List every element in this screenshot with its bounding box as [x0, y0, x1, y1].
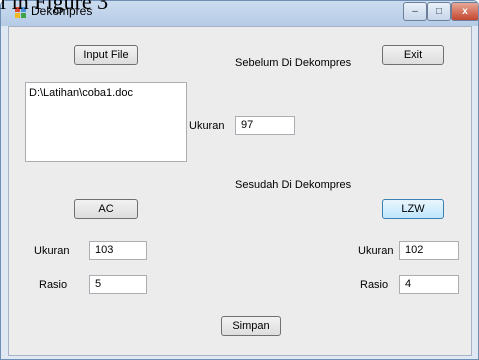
- close-button[interactable]: x: [451, 2, 478, 21]
- lzw-size-field[interactable]: 102: [399, 241, 459, 260]
- ac-ratio-label: Rasio: [39, 279, 68, 291]
- ac-size-field[interactable]: 103: [89, 241, 147, 260]
- input-file-button[interactable]: Input File: [74, 45, 138, 65]
- dekompres-window: Dekompres – □ x Input File Sebelum Di De…: [0, 0, 479, 360]
- maximize-button[interactable]: □: [427, 2, 451, 21]
- ac-button[interactable]: AC: [74, 199, 138, 219]
- lzw-button[interactable]: LZW: [382, 199, 444, 219]
- original-size-field[interactable]: 97: [235, 116, 295, 135]
- file-path-textbox[interactable]: D:\Latihan\coba1.doc: [25, 82, 187, 162]
- form-client-area: Input File Sebelum Di Dekompres Exit D:\…: [8, 26, 472, 356]
- document-caption-fragment: l in Figure 3: [0, 0, 109, 14]
- before-decompress-heading: Sebelum Di Dekompres: [235, 57, 352, 69]
- lzw-size-label: Ukuran: [358, 245, 394, 257]
- lzw-ratio-field[interactable]: 4: [399, 275, 459, 294]
- ac-ratio-field[interactable]: 5: [89, 275, 147, 294]
- exit-button[interactable]: Exit: [382, 45, 444, 65]
- minimize-button[interactable]: –: [403, 2, 427, 21]
- save-button[interactable]: Simpan: [221, 316, 281, 336]
- lzw-ratio-label: Rasio: [360, 279, 389, 291]
- ac-size-label: Ukuran: [34, 245, 70, 257]
- original-size-label: Ukuran: [189, 120, 225, 132]
- after-decompress-heading: Sesudah Di Dekompres: [235, 179, 352, 191]
